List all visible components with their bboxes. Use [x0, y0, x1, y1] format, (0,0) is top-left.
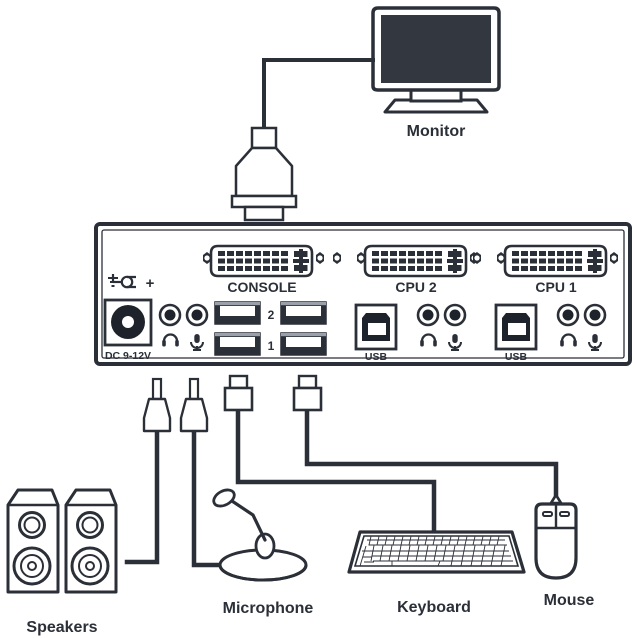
speaker-tweeter-inner — [23, 516, 41, 534]
audio-plug-pin — [151, 377, 163, 401]
usb-plug-body — [292, 386, 323, 412]
console-usb-label-1: 1 — [268, 339, 275, 353]
diagram-canvas: Monitor + DC 9-12V 2 1 USB USB CONSOLE C… — [0, 0, 637, 638]
cpu1-usb-label: USB — [505, 351, 528, 363]
speaker-woofer-dust-cap — [27, 561, 37, 571]
polarity-plus-label: + — [146, 275, 155, 292]
dvi-plug-flange — [230, 194, 298, 209]
monitor-label: Monitor — [407, 123, 466, 140]
keyboard-label: Keyboard — [397, 599, 471, 616]
dvi-plug-tip — [243, 205, 285, 222]
speaker-woofer-dust-cap — [85, 561, 95, 571]
cpu1-headphone-jack[interactable] — [556, 303, 580, 327]
speaker-right — [64, 488, 118, 594]
usb-plug-tip — [228, 374, 249, 390]
speakers-label: Speakers — [26, 619, 97, 636]
cpu2-microphone-jack[interactable] — [443, 303, 467, 327]
dc-power-jack[interactable] — [103, 298, 153, 347]
console-usb-port-2b[interactable] — [280, 301, 327, 325]
microphone-label: Microphone — [223, 600, 314, 617]
cpu1-dvi-label: CPU 1 — [535, 279, 576, 295]
mouse-usb-plug — [292, 374, 323, 412]
console-headphone-jack[interactable] — [158, 303, 182, 327]
audio-plug-body — [179, 397, 209, 433]
speaker-left — [6, 488, 60, 594]
kvm-panel: + DC 9-12V 2 1 USB USB CONSOLE CPU 2 CPU… — [94, 222, 632, 366]
cpu1-usb-b-port[interactable] — [494, 303, 538, 351]
usb-plug-tip — [297, 374, 318, 390]
mouse-left-button-slot — [542, 511, 553, 517]
keyboard-usb-plug — [223, 374, 254, 412]
dc-jack-label: DC 9-12V — [105, 350, 151, 362]
cpu2-usb-b-port[interactable] — [354, 303, 398, 351]
monitor-screen — [381, 15, 491, 83]
console-usb-port-1b[interactable] — [280, 332, 327, 356]
dc-jack-pin — [122, 316, 134, 328]
console-microphone-jack[interactable] — [185, 303, 209, 327]
speaker-tweeter-inner — [81, 516, 99, 534]
usb-plug-body — [223, 386, 254, 412]
mouse-right-button-slot — [559, 511, 570, 517]
mouse-label: Mouse — [544, 592, 595, 609]
cpu2-dvi-label: CPU 2 — [395, 279, 436, 295]
dvi-plug-body — [234, 146, 294, 198]
console-dvi-label: CONSOLE — [227, 279, 296, 295]
cpu1-microphone-jack[interactable] — [583, 303, 607, 327]
console-usb-label-2: 2 — [268, 308, 275, 322]
cpu2-headphone-jack[interactable] — [416, 303, 440, 327]
console-dvi-port[interactable] — [203, 244, 324, 278]
cpu2-usb-label: USB — [365, 351, 388, 363]
audio-plug-body — [142, 397, 172, 433]
audio-plug-pin — [188, 377, 200, 401]
console-usb-port-2a[interactable] — [214, 301, 261, 325]
dvi-plug-neck — [250, 126, 278, 150]
console-usb-port-1a[interactable] — [214, 332, 261, 356]
